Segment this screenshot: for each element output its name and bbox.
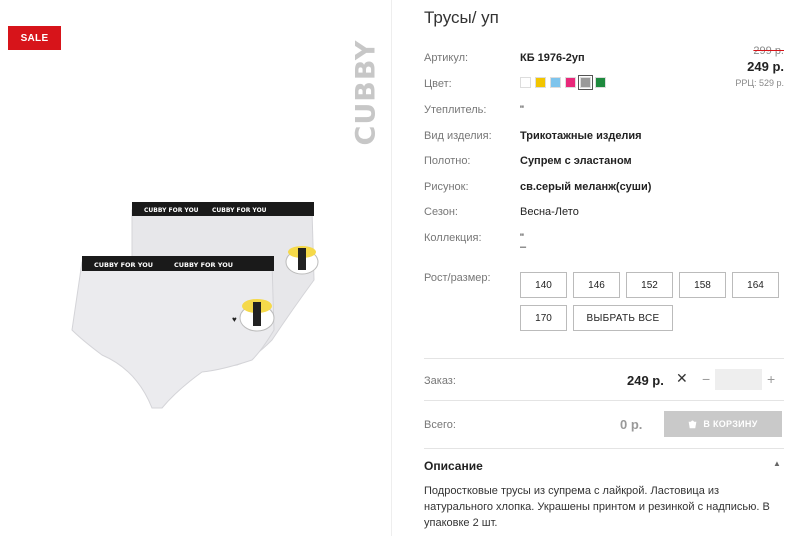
- product-image[interactable]: CUBBY FOR YOU CUBBY FOR YOU CUBBY FOR YO…: [62, 190, 352, 420]
- attr-label: Утеплитель:: [424, 104, 487, 116]
- add-to-cart-button[interactable]: В КОРЗИНУ: [664, 411, 782, 437]
- size-option[interactable]: 146: [573, 272, 620, 298]
- sale-badge: SALE: [8, 26, 61, 50]
- product-image-panel: SALE CUBBY CUBBY FOR YOU CUBBY FOR YOU C…: [0, 0, 392, 536]
- total-value: 0 р.: [620, 417, 643, 432]
- waistband-text: CUBBY FOR YOU: [144, 207, 199, 214]
- attr-label: Цвет:: [424, 78, 452, 90]
- attr-label: Полотно:: [424, 155, 471, 167]
- current-price: 249 р.: [747, 59, 784, 74]
- attr-label: Коллекция:: [424, 232, 482, 244]
- size-option[interactable]: 170: [520, 305, 567, 331]
- attr-label: Рисунок:: [424, 181, 469, 193]
- brand-logo: CUBBY: [350, 39, 382, 145]
- attr-value: ": [520, 104, 524, 116]
- size-option[interactable]: 140: [520, 272, 567, 298]
- color-swatch[interactable]: [550, 77, 561, 88]
- attr-value: Супрем с эластаном: [520, 155, 632, 167]
- attr-label: Артикул:: [424, 52, 469, 64]
- old-price: 299 р.: [753, 45, 784, 57]
- color-swatches: [520, 75, 606, 90]
- price-box: 299 р. 249 р. РРЦ: 529 р.: [735, 45, 784, 88]
- divider: [424, 400, 784, 401]
- description-title[interactable]: Описание: [424, 459, 483, 473]
- color-swatch[interactable]: [595, 77, 606, 88]
- attr-value: св.серый меланж(суши): [520, 181, 652, 193]
- divider: [424, 448, 784, 449]
- size-option[interactable]: 158: [679, 272, 726, 298]
- attr-label: Сезон:: [424, 206, 458, 218]
- sushi-print-icon: [285, 246, 319, 275]
- attr-value: Трикотажные изделия: [520, 130, 642, 142]
- product-title: Трусы/ уп: [424, 8, 499, 27]
- order-price: 249 р.: [627, 373, 664, 388]
- waistband-text: CUBBY FOR YOU: [174, 261, 233, 269]
- size-option[interactable]: 164: [732, 272, 779, 298]
- add-to-cart-label: В КОРЗИНУ: [703, 419, 758, 429]
- color-swatch[interactable]: [578, 75, 593, 90]
- decrement-button[interactable]: −: [702, 371, 710, 387]
- select-all-sizes-button[interactable]: ВЫБРАТЬ ВСЕ: [573, 305, 673, 331]
- waistband-text: CUBBY FOR YOU: [94, 261, 153, 269]
- size-option[interactable]: 152: [626, 272, 673, 298]
- collapse-caret-icon[interactable]: ▲: [773, 459, 781, 468]
- attr-value: КБ 1976-2уп: [520, 52, 585, 64]
- attr-label: Вид изделия:: [424, 130, 492, 142]
- attr-value: Весна-Лето: [520, 206, 579, 218]
- description-text: Подростковые трусы из супрема с лайкрой.…: [424, 485, 770, 529]
- heart-icon: ♥: [232, 315, 237, 324]
- total-label: Всего:: [424, 419, 456, 431]
- increment-button[interactable]: +: [767, 371, 775, 387]
- waistband-text: CUBBY FOR YOU: [212, 207, 267, 214]
- divider: [424, 358, 784, 359]
- cart-icon: [688, 419, 697, 428]
- color-swatch[interactable]: [520, 77, 531, 88]
- order-label: Заказ:: [424, 375, 456, 387]
- color-swatch[interactable]: [535, 77, 546, 88]
- attr-value-extra: –: [520, 241, 527, 253]
- color-swatch[interactable]: [565, 77, 576, 88]
- attr-label: Рост/размер:: [424, 272, 491, 284]
- remove-icon[interactable]: ✕: [676, 370, 688, 387]
- rrp-price: РРЦ: 529 р.: [735, 78, 784, 88]
- quantity-input[interactable]: [715, 369, 762, 390]
- product-details: Трусы/ уп Артикул: КБ 1976-2уп 299 р. 24…: [424, 0, 800, 536]
